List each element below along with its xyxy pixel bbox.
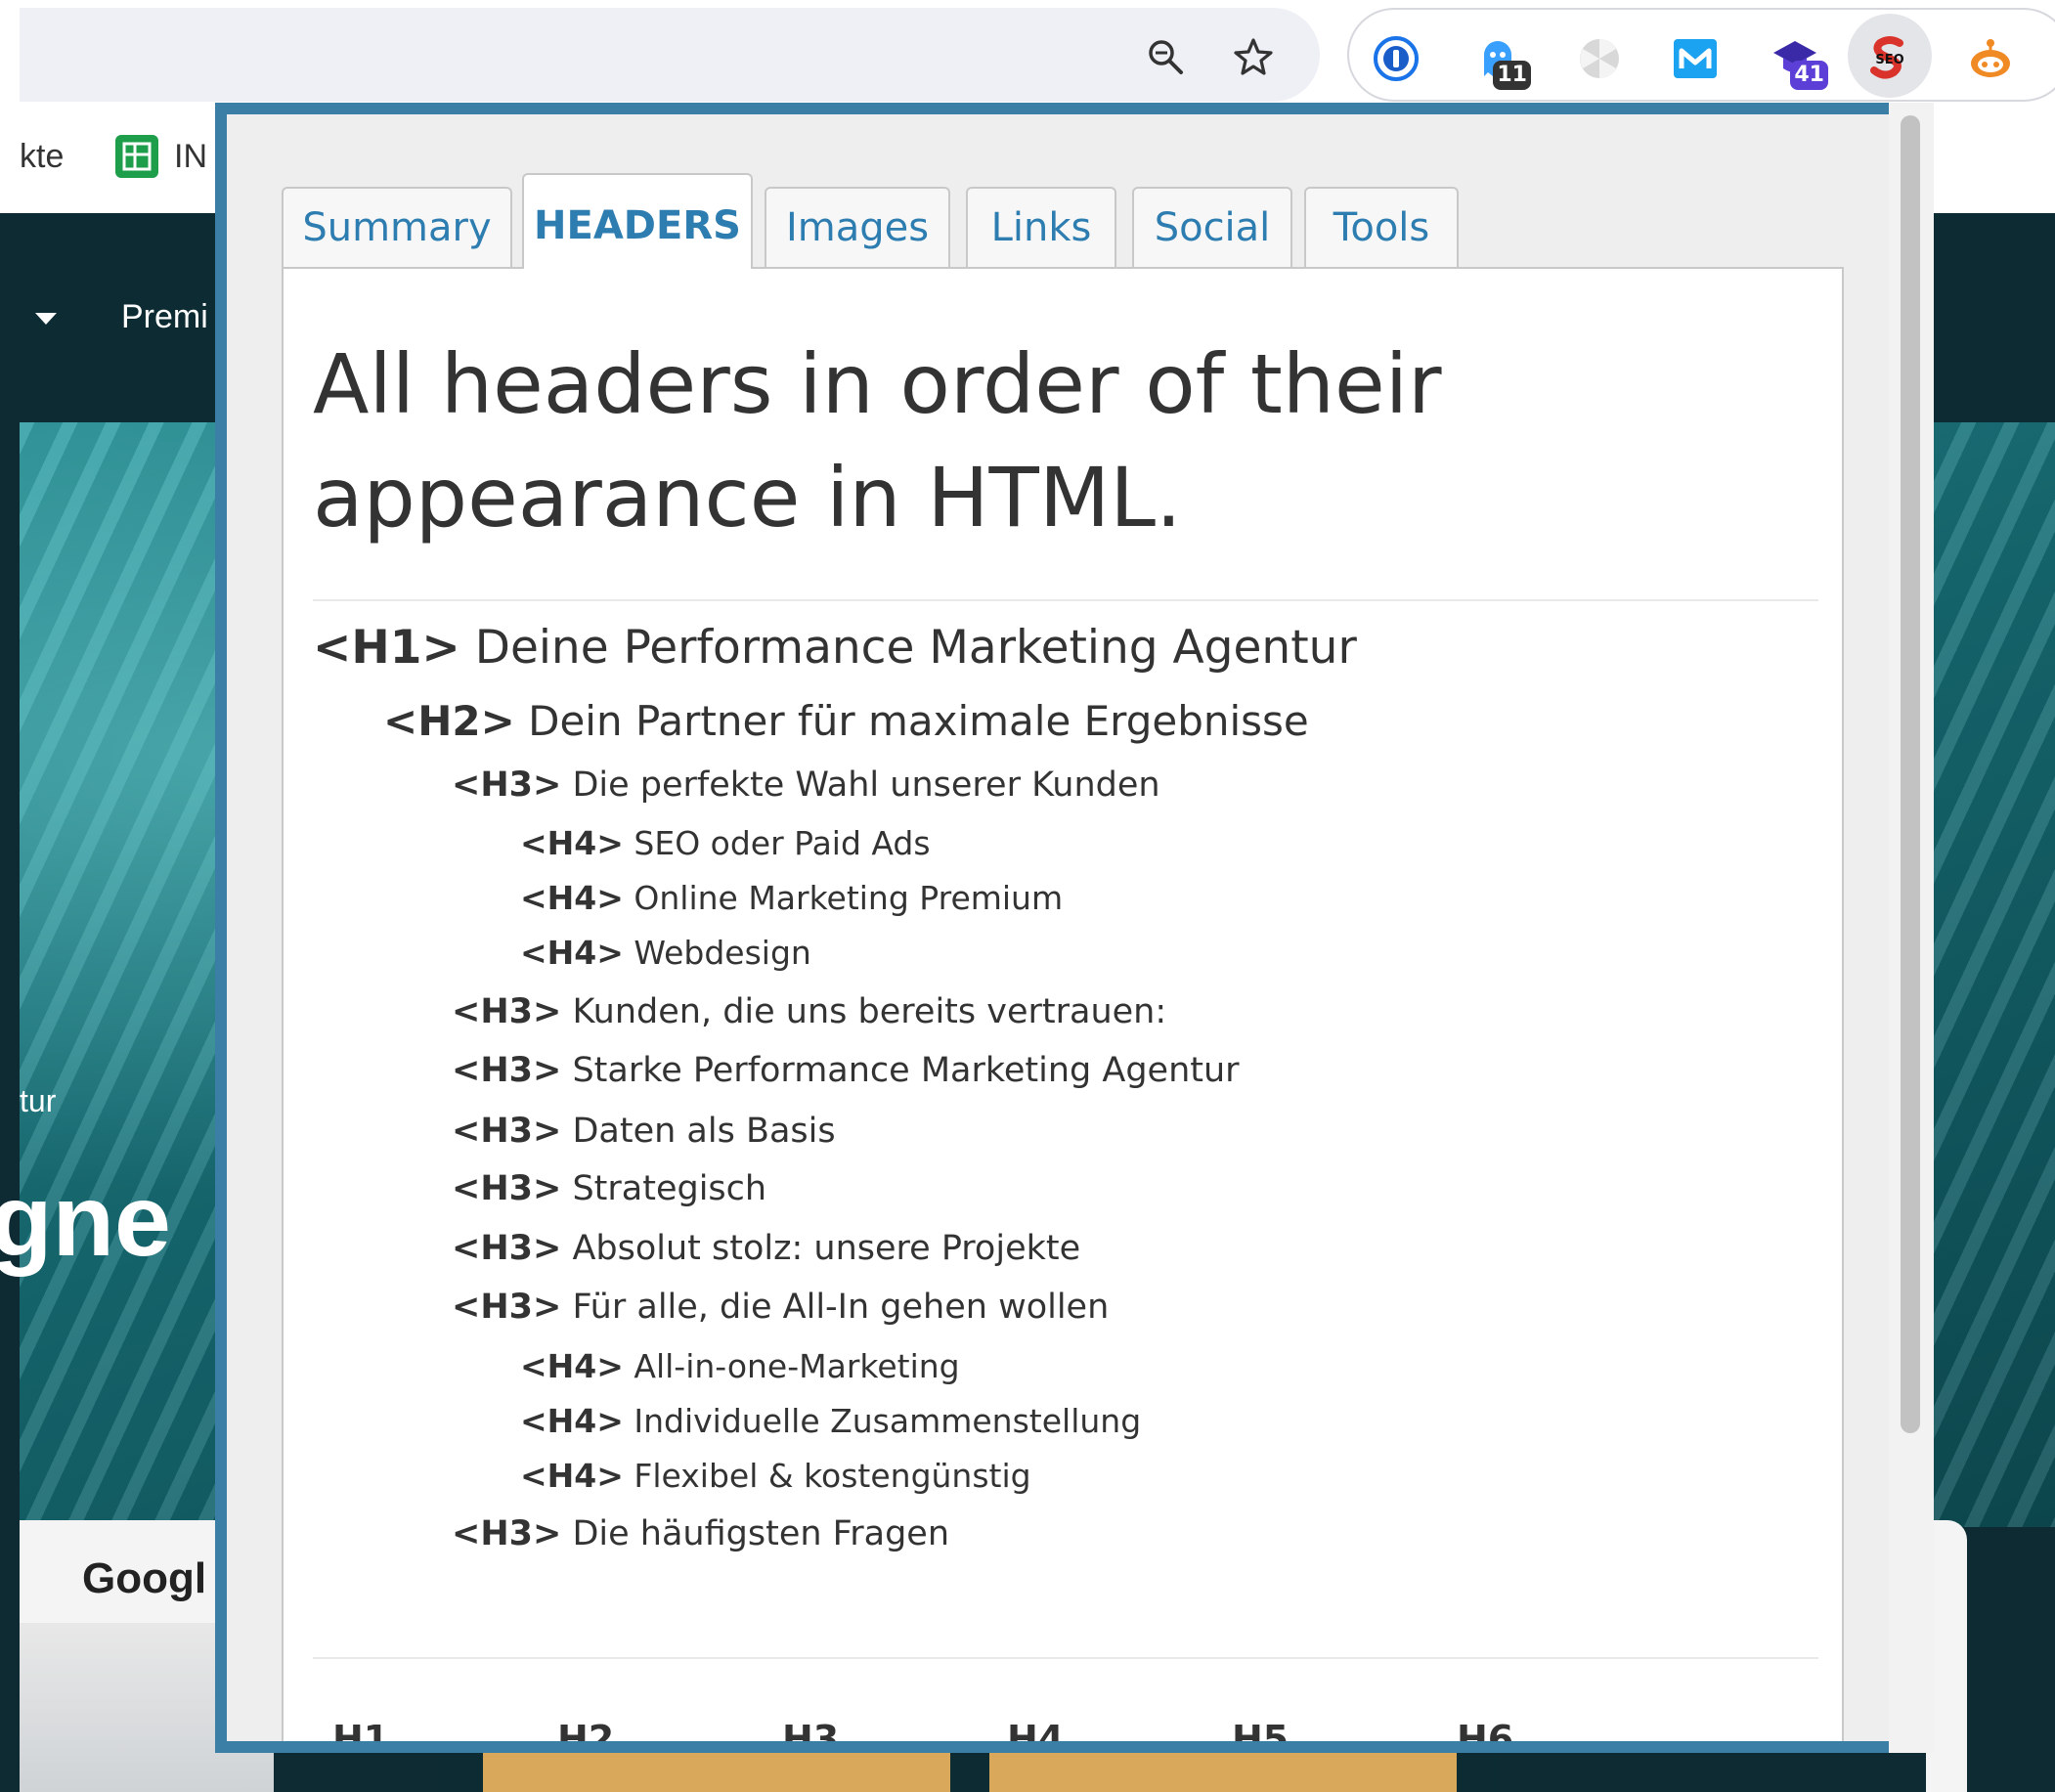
ghostery-extension[interactable]: 11 (1474, 35, 1531, 90)
header-count-summary: H1 H2 H3 H4 H5 H6 (313, 1688, 1818, 1741)
pinwheel-icon[interactable] (1576, 35, 1623, 82)
zoom-icon[interactable] (1146, 37, 1185, 76)
browser-toolbar: 11 41 SEO (0, 0, 2055, 110)
header-item: <H3> Daten als Basis (452, 1112, 836, 1151)
seo-extension-popup: Summary HEADERS Images Links Social Tool… (215, 103, 1934, 1753)
tab-images[interactable]: Images (765, 187, 950, 267)
tab-tools[interactable]: Tools (1304, 187, 1459, 267)
popup-scrollbar-thumb[interactable] (1901, 115, 1920, 1433)
ghostery-badge: 11 (1493, 61, 1531, 90)
popup-content: Summary HEADERS Images Links Social Tool… (227, 114, 1889, 1741)
header-item: <H3> Starke Performance Marketing Agentu… (452, 1051, 1240, 1090)
page-strip (989, 1750, 1457, 1792)
divider (313, 599, 1818, 601)
headers-panel: All headers in order of their appearance… (282, 267, 1844, 1741)
service-card-title: Googl (82, 1554, 207, 1602)
header-item: <H3> Absolut stolz: unsere Projekte (452, 1229, 1081, 1268)
bookmark-item[interactable]: IN (174, 138, 207, 176)
tab-links[interactable]: Links (966, 187, 1116, 267)
onepassword-icon[interactable] (1373, 35, 1420, 82)
graduation-badge: 41 (1790, 61, 1828, 90)
divider (313, 1657, 1818, 1659)
header-item: <H3> Die perfekte Wahl unserer Kunden (452, 765, 1160, 805)
hero-title: gne (0, 1164, 171, 1278)
header-item: <H4> All-in-one-Marketing (520, 1347, 960, 1385)
robot-icon[interactable] (1967, 35, 2014, 82)
header-count-label: H4 (1007, 1718, 1065, 1741)
seo-label: SEO (1875, 53, 1904, 67)
page-strip (1457, 1750, 1500, 1792)
header-count-label: H6 (1457, 1718, 1514, 1741)
header-item: <H3> Die häufigsten Fragen (452, 1514, 950, 1553)
header-item: <H3> Für alle, die All-In gehen wollen (452, 1288, 1110, 1327)
tab-social[interactable]: Social (1132, 187, 1292, 267)
header-count-label: H1 (332, 1718, 390, 1741)
tab-summary[interactable]: Summary (282, 187, 512, 267)
header-item: <H1> Deine Performance Marketing Agentur (313, 621, 1357, 675)
bookmark-item[interactable]: kte (20, 138, 64, 176)
header-item: <H4> Flexibel & kostengünstig (520, 1457, 1031, 1495)
page-strip (483, 1750, 950, 1792)
nav-dropdown-caret-icon[interactable] (35, 313, 57, 325)
header-item: <H3> Kunden, die uns bereits vertrauen: (452, 992, 1167, 1031)
panel-heading: All headers in order of their appearance… (313, 336, 1442, 546)
bookmark-star-icon[interactable] (1234, 37, 1273, 76)
address-bar[interactable] (20, 8, 1320, 102)
header-count-label: H3 (782, 1718, 840, 1741)
nav-item[interactable]: Premi (121, 298, 208, 336)
header-count-label: H2 (557, 1718, 615, 1741)
page-strip (950, 1750, 989, 1792)
graduation-extension[interactable]: 41 (1771, 35, 1828, 90)
header-item: <H4> SEO oder Paid Ads (520, 824, 931, 862)
header-item: <H4> Webdesign (520, 934, 811, 972)
header-item: <H2> Dein Partner für maximale Ergebniss… (383, 697, 1309, 745)
tab-headers[interactable]: HEADERS (522, 173, 753, 269)
header-item: <H3> Strategisch (452, 1169, 767, 1208)
hero-subtitle: tur (20, 1083, 57, 1118)
header-count-label: H5 (1232, 1718, 1290, 1741)
page-strip (438, 1750, 483, 1792)
mailtrack-icon[interactable] (1672, 35, 1719, 82)
sheets-icon (115, 135, 158, 178)
seo-meta-extension[interactable]: SEO (1866, 35, 1913, 82)
header-item: <H4> Individuelle Zusammenstellung (520, 1402, 1142, 1440)
extensions-bar: 11 41 SEO (1347, 8, 2055, 102)
header-item: <H4> Online Marketing Premium (520, 879, 1064, 917)
